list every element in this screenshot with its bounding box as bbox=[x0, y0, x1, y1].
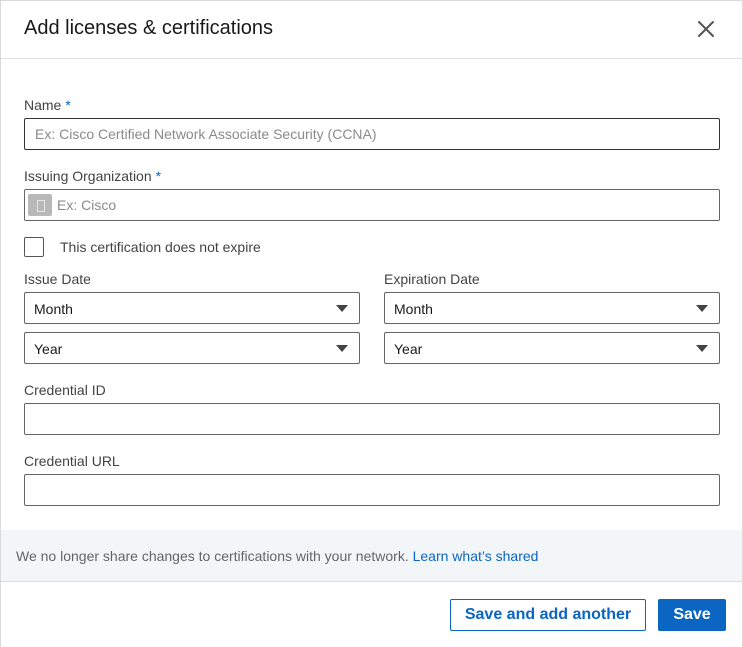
no-expire-label: This certification does not expire bbox=[60, 239, 261, 255]
issuing-org-field bbox=[24, 189, 720, 221]
required-mark: * bbox=[65, 97, 71, 113]
learn-whats-shared-link[interactable]: Learn what’s shared bbox=[413, 548, 539, 564]
no-expire-checkbox[interactable] bbox=[24, 237, 44, 257]
save-and-add-another-button[interactable]: Save and add another bbox=[450, 599, 646, 631]
issuing-org-label: Issuing Organization * bbox=[24, 168, 161, 184]
expiration-date-label: Expiration Date bbox=[384, 271, 480, 287]
issue-month-select[interactable]: Month bbox=[24, 292, 360, 324]
close-icon bbox=[698, 21, 714, 37]
expiration-year-select[interactable]: Year bbox=[384, 332, 720, 364]
issue-date-label: Issue Date bbox=[24, 271, 91, 287]
issue-month-value: Month bbox=[34, 301, 73, 317]
name-label-text: Name bbox=[24, 97, 62, 113]
certification-modal: Add licenses & certifications Name* Issu… bbox=[0, 0, 743, 647]
expiration-month-select[interactable]: Month bbox=[384, 292, 720, 324]
info-text: We no longer share changes to certificat… bbox=[16, 548, 538, 564]
issuing-org-input[interactable] bbox=[55, 190, 715, 220]
modal-header: Add licenses & certifications bbox=[1, 1, 742, 59]
issue-year-value: Year bbox=[34, 341, 63, 357]
credential-id-input[interactable] bbox=[24, 403, 720, 435]
info-message: We no longer share changes to certificat… bbox=[16, 548, 409, 564]
name-input[interactable] bbox=[24, 118, 720, 150]
credential-url-label: Credential URL bbox=[24, 453, 120, 469]
building-icon bbox=[28, 194, 52, 216]
caret-down-icon bbox=[336, 305, 348, 312]
modal-title: Add licenses & certifications bbox=[24, 17, 274, 39]
caret-down-icon bbox=[696, 345, 708, 352]
credential-url-input[interactable] bbox=[24, 474, 720, 506]
issue-year-select[interactable]: Year bbox=[24, 332, 360, 364]
info-banner: We no longer share changes to certificat… bbox=[1, 530, 742, 582]
issuing-org-label-text: Issuing Organization bbox=[24, 168, 152, 184]
expiration-month-value: Month bbox=[394, 301, 433, 317]
caret-down-icon bbox=[696, 305, 708, 312]
required-mark: * bbox=[155, 168, 162, 184]
caret-down-icon bbox=[336, 345, 348, 352]
expiration-year-value: Year bbox=[394, 341, 423, 357]
credential-id-label: Credential ID bbox=[24, 382, 106, 398]
close-button[interactable] bbox=[691, 14, 721, 44]
save-button[interactable]: Save bbox=[658, 599, 726, 631]
name-label: Name * bbox=[24, 97, 71, 113]
